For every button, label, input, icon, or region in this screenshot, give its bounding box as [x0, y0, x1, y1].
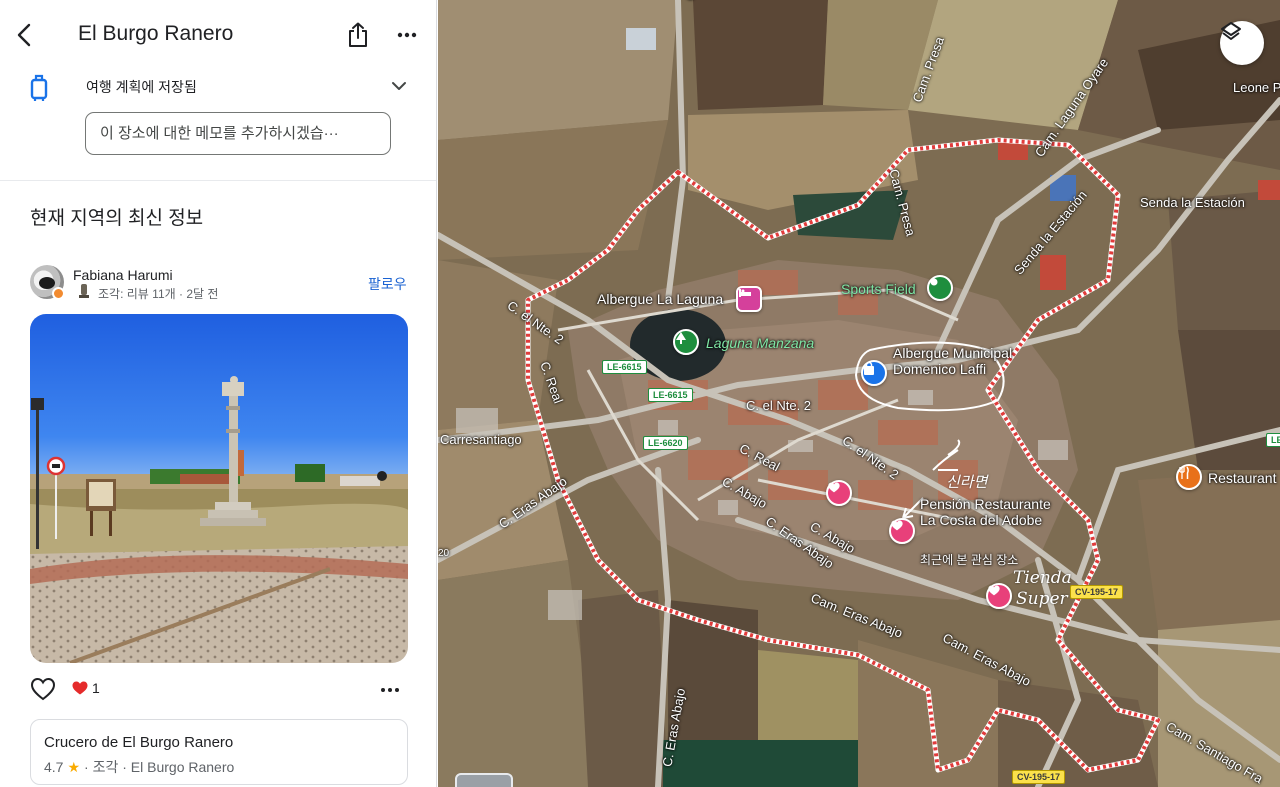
road-shield-le6620: LE-6620 [643, 436, 688, 450]
heart-icon [891, 520, 903, 531]
author-name[interactable]: Fabiana Harumi [73, 267, 173, 283]
heart-icon [828, 482, 840, 493]
related-place-meta: 4.7 ★ · 조각 · El Burgo Ranero [44, 757, 234, 777]
tree-icon [676, 332, 686, 344]
more-dots-icon[interactable] [378, 678, 402, 702]
back-arrow-icon [17, 23, 31, 47]
map-label-senda-estacion: Senda la Estación [1140, 195, 1245, 210]
related-place-card[interactable]: Crucero de El Burgo Ranero 4.7 ★ · 조각 · … [30, 719, 408, 785]
note-input[interactable] [85, 112, 391, 155]
poi-label-albergue-municipal[interactable]: Albergue Municipal Domenico Laffi [893, 345, 1023, 377]
poi-label-laguna-manzana[interactable]: Laguna Manzana [706, 335, 814, 352]
panel-header: El Burgo Ranero [0, 0, 436, 70]
related-place-category: · 조각 · El Burgo Ranero [84, 759, 235, 775]
saved-place-pin-1[interactable] [826, 480, 852, 506]
road-shield-cv19517-a: CV-195-17 [1070, 585, 1124, 599]
local-guide-badge-icon [52, 287, 65, 300]
author-meta: 조각: 리뷰 11개 · 2달 전 [98, 287, 219, 301]
fork-knife-icon [1179, 466, 1189, 479]
section-divider [0, 180, 436, 181]
red-heart-icon [72, 681, 88, 695]
poi-label-sports-field[interactable]: Sports Field [841, 281, 916, 298]
statue-icon [79, 284, 89, 298]
handwriting-super: Super [1016, 589, 1068, 609]
satellite-imagery [438, 0, 1280, 787]
share-button[interactable] [343, 20, 373, 50]
avatar-face [39, 277, 55, 289]
map-label-edge-20: 20 [438, 548, 450, 559]
sports-field-pin[interactable] [927, 275, 953, 301]
shopping-bag-icon [864, 362, 874, 375]
map-label-c-el-nte-2b: C. el Nte. 2 [746, 398, 812, 413]
follow-button[interactable]: 팔로우 [368, 274, 407, 294]
reaction-summary[interactable]: 1 [72, 680, 100, 696]
handwriting-tienda: Tienda [1013, 568, 1072, 588]
road-shield-cv19517-b: CV-195-17 [1012, 770, 1066, 784]
map-label-leonesa: Leone Pienso [1233, 80, 1280, 95]
road-shield-le6615-b: LE-6615 [648, 388, 693, 402]
poi-label-pension[interactable]: Pensión Restaurante La Costa del Adobe [920, 496, 1060, 528]
saved-place-pin-pension[interactable] [889, 518, 915, 544]
layers-icon [1221, 22, 1241, 40]
post-photo[interactable] [30, 314, 408, 663]
poi-label-restaurant[interactable]: Restaurant [1208, 470, 1276, 487]
place-panel: El Burgo Ranero 여행 계획에 저장됨 현재 지역의 최신 정보 … [0, 0, 437, 787]
hotel-pin[interactable] [736, 286, 762, 312]
map-thumbnail-card[interactable] [455, 773, 513, 787]
restaurant-pin[interactable] [1176, 464, 1202, 490]
road-shield-le-right: LE [1266, 433, 1280, 447]
heart-outline-icon[interactable] [30, 677, 56, 701]
saved-label: 여행 계획에 저장됨 [86, 79, 197, 95]
post-author-row: Fabiana Harumi 조각: 리뷰 11개 · 2달 전 팔로우 [30, 265, 415, 305]
map-layers-button[interactable] [1220, 21, 1264, 65]
rating-value: 4.7 [44, 759, 64, 775]
chevron-down-icon[interactable] [388, 76, 410, 96]
satellite-map[interactable]: Leone Pienso C Cam. Presa Cam. Presa Cam… [438, 0, 1280, 787]
more-button[interactable] [392, 20, 422, 50]
park-pin[interactable] [673, 329, 699, 355]
saved-to-list-row[interactable]: 여행 계획에 저장됨 [0, 66, 436, 106]
star-icon: ★ [67, 758, 81, 775]
place-title: El Burgo Ranero [78, 22, 234, 45]
share-icon [349, 22, 367, 47]
back-button[interactable] [10, 20, 38, 50]
related-place-name: Crucero de El Burgo Ranero [44, 734, 234, 751]
updates-heading: 현재 지역의 최신 정보 [30, 208, 204, 229]
bed-icon [739, 289, 751, 297]
poi-label-albergue-laguna[interactable]: Albergue La Laguna [597, 291, 723, 308]
app-window: El Burgo Ranero 여행 계획에 저장됨 현재 지역의 최신 정보 … [0, 0, 1280, 787]
recently-viewed-label: 최근에 본 관심 장소 [920, 553, 1019, 567]
albergue-municipal-pin[interactable] [861, 360, 887, 386]
map-label-carresantiago: Carresantiago [440, 432, 522, 447]
more-dots-icon [397, 32, 417, 38]
luggage-icon [30, 74, 48, 101]
saved-place-pin-tienda[interactable] [986, 583, 1012, 609]
road-shield-le6615-a: LE-6615 [602, 360, 647, 374]
post-actions-row: 1 [30, 676, 410, 704]
heart-icon [988, 585, 1000, 596]
handwriting-sinraen: 신라면 [946, 473, 988, 491]
reaction-count: 1 [92, 680, 100, 696]
crucero-photo-image [30, 314, 408, 663]
place-dot-icon [930, 278, 938, 286]
